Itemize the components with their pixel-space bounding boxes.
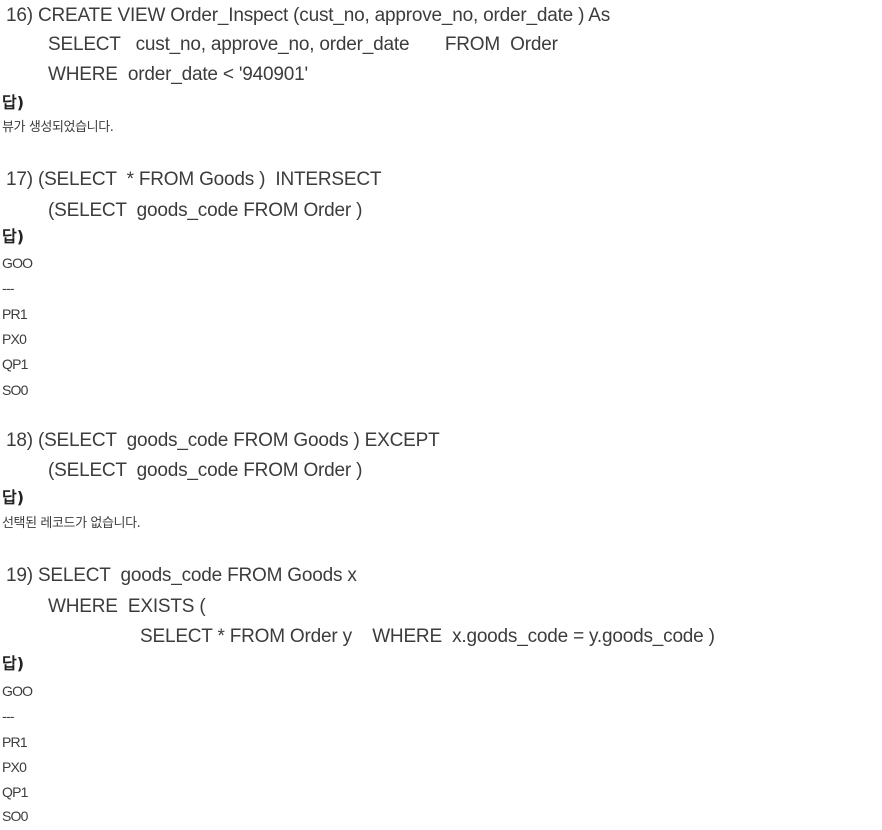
q17-result-line: PR1: [2, 306, 28, 322]
q17-code-line-1: 17) (SELECT * FROM Goods ) INTERSECT: [6, 169, 382, 190]
q18-code-line-2: (SELECT goods_code FROM Order ): [48, 460, 363, 481]
q19-code-line-3: SELECT * FROM Order y WHERE x.goods_code…: [140, 626, 715, 647]
q18-code-line-1: 18) (SELECT goods_code FROM Goods ) EXCE…: [6, 430, 440, 451]
q19-code-line-2: WHERE EXISTS (: [48, 596, 206, 617]
q19-result-line: GOO: [2, 683, 33, 699]
q19-answer-label: 답): [2, 654, 25, 673]
q19-result-line: QP1: [2, 784, 28, 800]
q17-answer-label: 답): [2, 227, 25, 246]
q17-code-line-2: (SELECT goods_code FROM Order ): [48, 200, 363, 221]
q19-result-line: ---: [2, 708, 14, 724]
q19-result-line: PX0: [2, 759, 27, 775]
q16-answer-text: 뷰가 생성되었습니다.: [2, 120, 114, 135]
q16-answer-label: 답): [2, 93, 25, 112]
q16-code-line-1: 16) CREATE VIEW Order_Inspect (cust_no, …: [6, 5, 611, 26]
q16-code-line-3: WHERE order_date < '940901': [48, 64, 308, 85]
q18-answer-label: 답): [2, 488, 25, 507]
q17-result-line: PX0: [2, 331, 27, 347]
q17-result-line: GOO: [2, 255, 33, 271]
q16-code-line-2: SELECT cust_no, approve_no, order_date F…: [48, 34, 558, 55]
q19-result-line: SO0: [2, 808, 28, 824]
q19-code-line-1: 19) SELECT goods_code FROM Goods x: [6, 565, 357, 586]
q19-result-line: PR1: [2, 734, 28, 750]
document-page: 16) CREATE VIEW Order_Inspect (cust_no, …: [0, 0, 882, 830]
q17-result-line: QP1: [2, 356, 28, 372]
q17-result-line: SO0: [2, 382, 28, 398]
q18-answer-text: 선택된 레코드가 없습니다.: [2, 516, 141, 531]
q17-result-line: ---: [2, 280, 14, 296]
